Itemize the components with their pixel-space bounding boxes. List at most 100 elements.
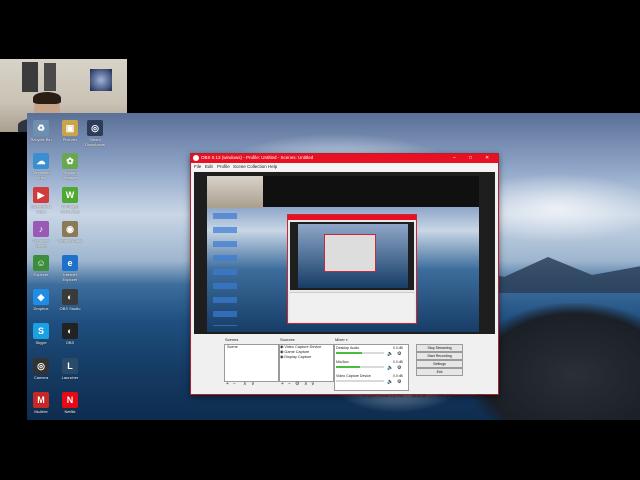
menu-profile[interactable]: Profile: [217, 164, 230, 169]
desktop-icon-label: Dropbox: [33, 306, 49, 311]
speaker-icon[interactable]: 🔈: [387, 351, 393, 357]
eye-icon[interactable]: ◉: [280, 350, 283, 354]
desktop-icon[interactable]: ▣ Pictures: [56, 120, 84, 142]
sources-toolbar: + − ⚙ ∧ ∨: [280, 381, 333, 389]
eye-icon[interactable]: ◉: [280, 345, 283, 349]
menu-scene-collection[interactable]: Scene Collection: [233, 164, 267, 169]
desktop-icon[interactable]: ◐ OBS: [56, 323, 84, 345]
app-icon: S: [33, 323, 49, 339]
app-icon: ♪: [33, 221, 49, 237]
add-source-button[interactable]: +: [281, 381, 284, 387]
speaker-icon[interactable]: 🔈: [387, 365, 393, 371]
list-item[interactable]: Scene: [225, 345, 278, 350]
desktop-icon[interactable]: e Internet Explorer: [56, 255, 84, 282]
app-icon: ◎: [33, 358, 49, 374]
desktop-icon[interactable]: ◐ OBS Studio: [56, 289, 84, 311]
desktop-icon[interactable]: S Skype: [27, 323, 55, 345]
app-icon: ▶: [33, 187, 49, 203]
desktop-icon[interactable]: ◉ Ventrilo Audio: [56, 221, 84, 243]
volume-meter: [336, 366, 384, 368]
desktop-icon[interactable]: ◎ Camera: [27, 358, 55, 380]
move-down-button[interactable]: ∨: [251, 381, 255, 387]
remove-source-button[interactable]: −: [288, 381, 291, 387]
settings-button[interactable]: Settings: [416, 360, 463, 368]
cpu-usage: CPU: 6.8%: [437, 394, 455, 398]
minimize-icon[interactable]: –: [453, 155, 456, 161]
source-item[interactable]: ◉ Display Capture: [280, 355, 333, 360]
channel-name: Mic/Aux: [336, 360, 349, 364]
channel-db: 0.0 dB: [393, 360, 403, 364]
desktop-icon-label: OBS: [65, 340, 75, 345]
desktop-icon-label: OBS Studio: [59, 306, 81, 311]
obs-window[interactable]: OBS 0.13 (windows) - Profile: Untitled -…: [190, 153, 499, 398]
menu-file[interactable]: File: [194, 164, 201, 169]
scenes-label: Scenes: [225, 337, 239, 342]
desktop-icon-label: McAfee: [34, 409, 48, 414]
menu-bar: File Edit Profile Scene Collection Help: [191, 163, 498, 171]
move-down-button[interactable]: ∨: [311, 381, 315, 387]
mixer-settings-icon[interactable]: ◐: [346, 337, 348, 342]
meter-fill: [336, 366, 360, 368]
desktop-icon-label: Recycle Bin: [30, 137, 52, 142]
nested-preview: [290, 222, 414, 290]
app-icon: ◆: [33, 289, 49, 305]
desktop-icon[interactable]: WW Pinged Connected: [56, 187, 84, 214]
stop-streaming-button[interactable]: Stop Streaming: [416, 344, 463, 352]
channel-db: 0.0 dB: [393, 346, 403, 350]
meter-fill: [336, 352, 363, 354]
menu-edit[interactable]: Edit: [205, 164, 213, 169]
exit-button[interactable]: Exit: [416, 368, 463, 376]
app-icon: e: [62, 255, 78, 271]
sources-list[interactable]: ◉ Video Capture Device ◉ Game Capture ◉ …: [279, 344, 334, 382]
wall-poster: [22, 62, 38, 92]
maximize-icon[interactable]: □: [469, 155, 472, 161]
add-scene-button[interactable]: +: [226, 381, 229, 387]
sources-label: Sources: [280, 337, 295, 342]
volume-meter: [336, 380, 384, 382]
preview-canvas[interactable]: [207, 176, 479, 332]
desktop-icon[interactable]: M McAfee: [27, 392, 55, 414]
move-up-button[interactable]: ∧: [304, 381, 308, 387]
desktop-icon[interactable]: L Launcher: [56, 358, 84, 380]
close-icon[interactable]: ✕: [485, 155, 489, 161]
menu-help[interactable]: Help: [268, 164, 277, 169]
remove-scene-button[interactable]: −: [233, 381, 236, 387]
preview-webcam: [207, 176, 263, 208]
desktop-icon[interactable]: N Netflix: [56, 392, 84, 414]
desktop-icon[interactable]: ✿ Program Manager: [56, 153, 84, 180]
app-icon: L: [62, 358, 78, 374]
desktop-icon[interactable]: ◎ Steam Downloads: [81, 120, 109, 147]
app-icon: ▣: [62, 120, 78, 136]
gear-icon[interactable]: ⚙: [295, 381, 299, 387]
app-icon: ◐: [62, 323, 78, 339]
gear-icon[interactable]: ⚙: [397, 351, 401, 357]
eye-icon[interactable]: ◉: [280, 355, 283, 359]
app-icon: ☺: [33, 255, 49, 271]
desktop-icon-label: Netflix: [64, 409, 76, 414]
desktop-icon[interactable]: ▶ Screenshot Video: [27, 187, 55, 214]
start-recording-button[interactable]: Start Recording: [416, 352, 463, 360]
channel-db: 0.0 dB: [393, 374, 403, 378]
nested-title-bar: [288, 215, 416, 220]
gear-icon[interactable]: ⚙: [397, 379, 401, 385]
app-icon: ♻: [33, 120, 49, 136]
nested-obs-window: [287, 214, 417, 324]
desktop-icon[interactable]: ☺ Explorer: [27, 255, 55, 277]
desktop-icon[interactable]: ☁ Connected Video: [27, 153, 55, 180]
title-bar[interactable]: OBS 0.13 (windows) - Profile: Untitled -…: [191, 154, 498, 163]
nested-inner-window: [324, 234, 376, 272]
obs-app-icon: [193, 155, 199, 161]
desktop-icon-label: W Pinged Connected: [60, 204, 80, 214]
desktop-icon-label: Screenshot Video: [30, 204, 52, 214]
scenes-list[interactable]: Scene: [224, 344, 279, 382]
source-label: Display Capture: [284, 355, 312, 359]
wall-poster: [90, 69, 112, 91]
move-up-button[interactable]: ∧: [243, 381, 247, 387]
desktop-icon[interactable]: ♻ Recycle Bin: [27, 120, 55, 142]
desktop-icon[interactable]: ♪ Windows Media: [27, 221, 55, 248]
mixer-label: Mixer ◐: [335, 337, 349, 342]
app-icon: N: [62, 392, 78, 408]
speaker-icon[interactable]: 🔈: [387, 379, 393, 385]
desktop-icon[interactable]: ◆ Dropbox: [27, 289, 55, 311]
gear-icon[interactable]: ⚙: [397, 365, 401, 371]
